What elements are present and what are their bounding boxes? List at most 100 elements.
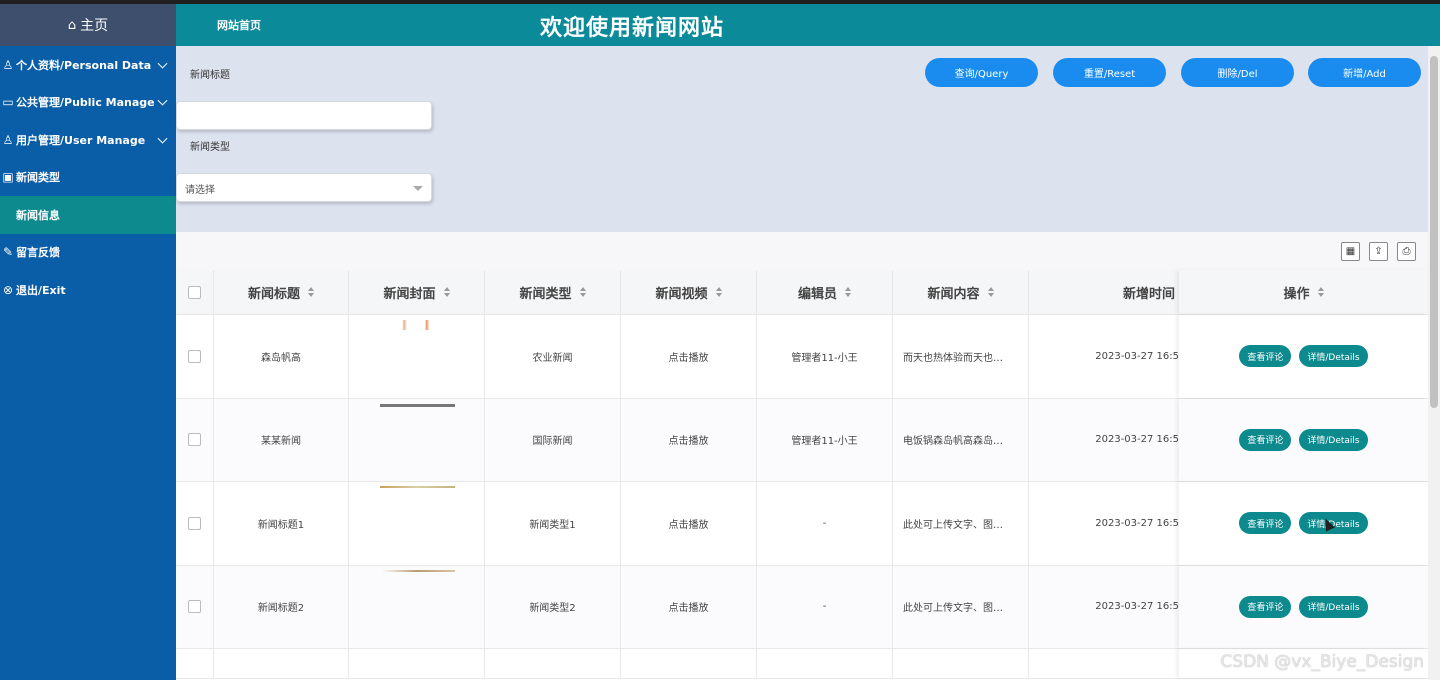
select-all-cell <box>176 270 214 314</box>
news-title-cell <box>214 649 349 678</box>
view-comments-button[interactable]: 查看评论 <box>1239 345 1292 368</box>
watermark: CSDN @vx_Biye_Design <box>1220 652 1424 672</box>
sidebar-item-label: 公共管理/Public Manage <box>16 96 155 110</box>
news-video-link[interactable]: 点击播放 <box>621 482 757 565</box>
sort-icon[interactable] <box>987 287 994 297</box>
table-row: 新闻标题2 新闻类型2 点击播放 - 此处可上传文字、图… 2023-03-27… <box>176 565 1428 649</box>
column-header[interactable]: 新闻封面 <box>349 270 485 314</box>
view-comments-button[interactable]: 查看评论 <box>1239 428 1292 451</box>
details-button[interactable]: 详情/Details <box>1299 428 1368 451</box>
sort-icon[interactable] <box>845 287 851 297</box>
table-row: 森岛帆高 农业新闻 点击播放 管理者11-小王 而天也热体验而天也… 2023-… <box>176 315 1428 399</box>
news-video-link[interactable]: 点击播放 <box>621 398 757 481</box>
news-video-link[interactable]: 点击播放 <box>621 315 757 398</box>
user-icon: ♙ <box>2 132 14 147</box>
home-icon: ⌂ <box>67 17 77 33</box>
row-select-cell <box>176 565 214 648</box>
news-title-cell: 新闻标题1 <box>214 482 349 565</box>
reset-button[interactable]: 重置/Reset <box>1053 58 1166 87</box>
add-button[interactable]: 新增/Add <box>1308 58 1421 87</box>
column-header[interactable]: 操作 <box>1179 270 1428 314</box>
sidebar-item-user-manage[interactable]: ♙ 用户管理/User Manage <box>0 121 176 159</box>
news-cover-cell <box>349 649 485 678</box>
details-button[interactable]: 详情/Details <box>1299 595 1368 618</box>
sidebar-home-label: 主页 <box>80 18 109 34</box>
sort-icon[interactable] <box>443 287 450 297</box>
table-row: 某某新闻 国际新闻 点击播放 管理者11-小王 电饭锅森岛帆高森岛… 2023-… <box>176 398 1428 482</box>
column-header[interactable]: 新闻类型 <box>485 270 621 314</box>
column-header-label: 新增时间 <box>1122 286 1175 302</box>
details-button[interactable]: 详情/Details <box>1299 345 1368 368</box>
news-title-cell: 新闻标题2 <box>214 565 349 648</box>
row-select-cell <box>176 315 214 398</box>
news-type-label: 新闻类型 <box>190 142 230 153</box>
sort-icon[interactable] <box>1317 287 1324 297</box>
print-icon[interactable]: ⎙ <box>1397 242 1416 261</box>
sort-icon[interactable] <box>308 287 314 297</box>
sort-icon[interactable] <box>715 287 722 297</box>
news-type-select[interactable]: 请选择 <box>176 173 432 202</box>
news-type-cell: 农业新闻 <box>485 315 621 398</box>
sidebar-item-public-manage[interactable]: ▭ 公共管理/Public Manage <box>0 84 176 122</box>
editor-cell: - <box>757 565 893 648</box>
news-video-link[interactable]: 点击播放 <box>621 565 757 648</box>
column-header[interactable]: 新闻视频 <box>621 270 757 314</box>
sidebar-item-news-type[interactable]: ▣ 新闻类型 <box>0 159 176 197</box>
delete-button[interactable]: 删除/Del <box>1181 58 1294 87</box>
row-checkbox[interactable] <box>188 516 201 530</box>
view-comments-button[interactable]: 查看评论 <box>1239 595 1292 618</box>
chevron-down-icon <box>157 58 168 69</box>
created-time-cell: 2023-03-27 16:5 <box>1095 601 1179 613</box>
column-header[interactable]: 编辑员 <box>757 270 893 314</box>
news-cover-image[interactable] <box>380 403 455 407</box>
row-checkbox[interactable] <box>188 600 201 614</box>
news-content-cell: 电饭锅森岛帆高森岛… <box>893 398 1029 481</box>
column-header[interactable]: 新闻内容 <box>893 270 1029 314</box>
sidebar-item-feedback[interactable]: ✎ 留言反馈 <box>0 234 176 272</box>
sidebar-home[interactable]: ⌂ 主页 <box>0 4 176 46</box>
news-cover-image[interactable] <box>380 569 455 572</box>
actions-cell: 查看评论 详情/Details <box>1179 566 1428 649</box>
table-toolbar: ▦ ⇪ ⎙ <box>176 232 1428 270</box>
scrollbar-thumb[interactable] <box>1430 56 1438 408</box>
column-header-label: 新闻标题 <box>247 286 300 302</box>
news-content-cell: 此处可上传文字、图… <box>893 565 1029 648</box>
editor-cell <box>757 649 893 678</box>
news-title-cell: 某某新闻 <box>214 398 349 481</box>
user-settings-icon: ♙ <box>2 57 14 72</box>
news-cover-cell <box>349 315 485 398</box>
view-comments-button[interactable]: 查看评论 <box>1239 512 1292 535</box>
table-row: 新闻标题1 新闻类型1 点击播放 - 此处可上传文字、图… 2023-03-27… <box>176 482 1428 566</box>
column-header[interactable]: 新增时间 <box>1029 270 1179 314</box>
news-title-input[interactable] <box>176 101 432 130</box>
sidebar-item-news-info[interactable]: 新闻信息 <box>0 196 176 234</box>
site-home-link[interactable]: 网站首页 <box>217 17 261 33</box>
sidebar-item-label: 个人资料/Personal Data <box>16 58 152 72</box>
row-select-cell <box>176 482 214 565</box>
news-cover-image[interactable] <box>380 320 455 330</box>
news-type-cell: 新闻类型1 <box>485 482 621 565</box>
query-button[interactable]: 查询/Query <box>925 58 1038 87</box>
row-checkbox[interactable] <box>188 349 201 363</box>
sidebar-item-exit[interactable]: ⊗ 退出/Exit <box>0 271 176 309</box>
select-all-checkbox[interactable] <box>188 285 201 299</box>
columns-icon[interactable]: ▦ <box>1341 242 1360 261</box>
vertical-scrollbar[interactable] <box>1428 46 1440 680</box>
news-cover-image[interactable] <box>380 486 455 488</box>
news-type-icon: ▣ <box>2 170 14 185</box>
news-type-cell: 新闻类型2 <box>485 565 621 648</box>
sidebar-item-personal-data[interactable]: ♙ 个人资料/Personal Data <box>0 46 176 84</box>
actions-cell: 查看评论 详情/Details <box>1179 399 1428 482</box>
chevron-down-icon <box>157 95 168 106</box>
page-title: 欢迎使用新闻网站 <box>540 16 725 41</box>
news-content-cell: 此处可上传文字、图… <box>893 482 1029 565</box>
sort-icon[interactable] <box>579 287 586 297</box>
row-checkbox[interactable] <box>188 433 201 447</box>
column-header[interactable]: 新闻标题 <box>214 270 349 314</box>
column-header-label: 操作 <box>1283 286 1310 302</box>
export-icon[interactable]: ⇪ <box>1369 242 1388 261</box>
row-select-cell <box>176 649 214 678</box>
actions-cell: 查看评论 详情/Details <box>1179 315 1428 398</box>
created-time-cell: 2023-03-27 16:5 <box>1095 350 1179 362</box>
created-time-cell: 2023-03-27 16:5 <box>1095 434 1179 446</box>
